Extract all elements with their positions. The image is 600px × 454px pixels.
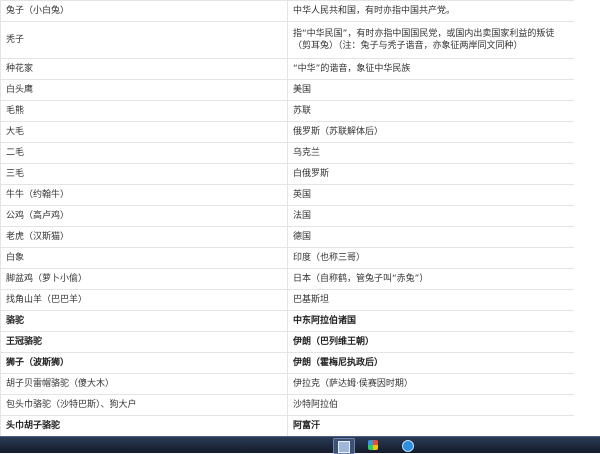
- nickname-cell: 狮子（波斯狮）: [0, 352, 288, 374]
- table-row: 牛牛（约翰牛） 英国: [0, 184, 574, 206]
- color-app-icon: [368, 440, 378, 450]
- table-row: 二毛 乌克兰: [0, 142, 574, 164]
- meaning-cell: 法国: [287, 205, 574, 227]
- taskbar: [0, 436, 600, 454]
- taskbar-app-color[interactable]: [364, 438, 384, 452]
- table-row: 胡子贝雷帽骆驼（傻大木） 伊拉克（萨达姆·侯赛因时期）: [0, 373, 574, 395]
- nickname-cell: 二毛: [0, 142, 288, 164]
- table-row: 脚盆鸡（萝卜小偷） 日本（自称鹤，管兔子叫“赤兔”）: [0, 268, 574, 290]
- table-row: 三毛 白俄罗斯: [0, 163, 574, 185]
- meaning-cell: 指“中华民国”，有时亦指中国国民党，或国内出卖国家利益的叛徒（剪耳兔）（注：兔子…: [287, 21, 574, 59]
- meaning-cell: 乌克兰: [287, 142, 574, 164]
- table-row: 头巾胡子骆驼 阿富汗: [0, 415, 574, 437]
- meaning-cell: 伊朗（巴列维王朝）: [287, 331, 574, 353]
- nickname-cell: 骆驼: [0, 310, 288, 332]
- table-row: 大毛 俄罗斯（苏联解体后）: [0, 121, 574, 143]
- nickname-cell: 毛熊: [0, 100, 288, 122]
- meaning-cell: 巴基斯坦: [287, 289, 574, 311]
- nickname-cell: 白头鹰: [0, 79, 288, 101]
- meaning-cell: 白俄罗斯: [287, 163, 574, 185]
- window-app-icon: [338, 441, 350, 453]
- nickname-cell: 秃子: [0, 21, 288, 59]
- meaning-cell: 英国: [287, 184, 574, 206]
- taskbar-app-window[interactable]: [333, 438, 355, 454]
- meaning-cell: 印度（也称三哥）: [287, 247, 574, 269]
- nickname-cell: 找角山羊（巴巴羊）: [0, 289, 288, 311]
- table-row: 包头巾骆驼（沙特巴斯）、狗大户 沙特阿拉伯: [0, 394, 574, 416]
- page-margin: [574, 0, 600, 437]
- table-row: 白象 印度（也称三哥）: [0, 247, 574, 269]
- nickname-cell: 三毛: [0, 163, 288, 185]
- nickname-cell: 白象: [0, 247, 288, 269]
- nickname-cell: 包头巾骆驼（沙特巴斯）、狗大户: [0, 394, 288, 416]
- table-row: 找角山羊（巴巴羊） 巴基斯坦: [0, 289, 574, 311]
- table-row: 公鸡（高卢鸡） 法国: [0, 205, 574, 227]
- meaning-cell: 苏联: [287, 100, 574, 122]
- nickname-cell: 头巾胡子骆驼: [0, 415, 288, 437]
- meaning-cell: 美国: [287, 79, 574, 101]
- nickname-cell: 种花家: [0, 58, 288, 80]
- table-row: 毛熊 苏联: [0, 100, 574, 122]
- table-row: 狮子（波斯狮） 伊朗（霍梅尼执政后）: [0, 352, 574, 374]
- meaning-cell: 沙特阿拉伯: [287, 394, 574, 416]
- meaning-cell: 俄罗斯（苏联解体后）: [287, 121, 574, 143]
- nickname-table: 兔子（小白兔） 中华人民共和国，有时亦指中国共产党。 秃子 指“中华民国”，有时亦指中…: [0, 0, 574, 437]
- meaning-cell: 伊拉克（萨达姆·侯赛因时期）: [287, 373, 574, 395]
- table-row: 秃子 指“中华民国”，有时亦指中国国民党，或国内出卖国家利益的叛徒（剪耳兔）（注：…: [0, 21, 574, 59]
- meaning-cell: 德国: [287, 226, 574, 248]
- nickname-table-container: 兔子（小白兔） 中华人民共和国，有时亦指中国共产党。 秃子 指“中华民国”，有时亦指中…: [0, 0, 574, 437]
- table-row: 种花家 “中华”的谐音，象征中华民族: [0, 58, 574, 80]
- table-row: 兔子（小白兔） 中华人民共和国，有时亦指中国共产党。: [0, 0, 574, 22]
- nickname-cell: 牛牛（约翰牛）: [0, 184, 288, 206]
- meaning-cell: 中华人民共和国，有时亦指中国共产党。: [287, 0, 574, 22]
- meaning-cell: 日本（自称鹤，管兔子叫“赤兔”）: [287, 268, 574, 290]
- nickname-cell: 兔子（小白兔）: [0, 0, 288, 22]
- globe-app-icon: [402, 440, 414, 452]
- nickname-cell: 老虎（汉斯猫）: [0, 226, 288, 248]
- nickname-cell: 胡子贝雷帽骆驼（傻大木）: [0, 373, 288, 395]
- meaning-cell: 阿富汗: [287, 415, 574, 437]
- table-row: 王冠骆驼 伊朗（巴列维王朝）: [0, 331, 574, 353]
- meaning-cell: “中华”的谐音，象征中华民族: [287, 58, 574, 80]
- meaning-cell: 中东阿拉伯诸国: [287, 310, 574, 332]
- taskbar-app-globe[interactable]: [398, 438, 418, 452]
- meaning-cell: 伊朗（霍梅尼执政后）: [287, 352, 574, 374]
- table-row: 老虎（汉斯猫） 德国: [0, 226, 574, 248]
- table-row: 白头鹰 美国: [0, 79, 574, 101]
- table-row: 骆驼 中东阿拉伯诸国: [0, 310, 574, 332]
- nickname-cell: 王冠骆驼: [0, 331, 288, 353]
- nickname-cell: 公鸡（高卢鸡）: [0, 205, 288, 227]
- nickname-cell: 脚盆鸡（萝卜小偷）: [0, 268, 288, 290]
- nickname-cell: 大毛: [0, 121, 288, 143]
